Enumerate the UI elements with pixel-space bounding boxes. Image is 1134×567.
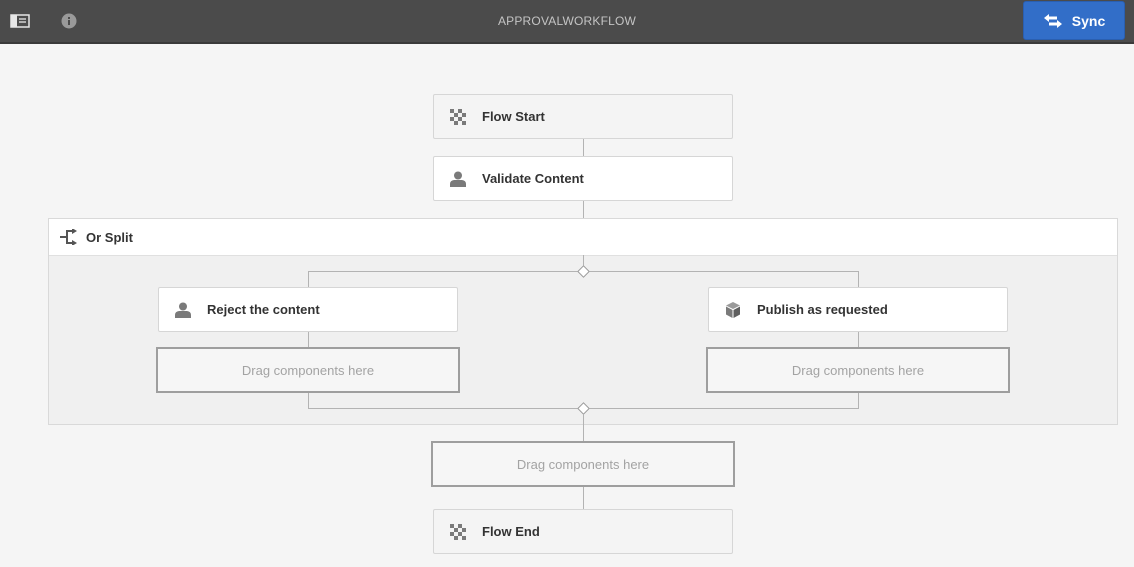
drop-zone-right-branch[interactable]: Drag components here — [706, 347, 1010, 393]
flow-end-node[interactable]: Flow End — [433, 509, 733, 554]
checkered-flag-icon — [449, 523, 467, 541]
flow-start-node[interactable]: Flow Start — [433, 94, 733, 139]
publish-step[interactable]: Publish as requested — [708, 287, 1008, 332]
node-label: Publish as requested — [757, 302, 888, 317]
sync-button[interactable]: Sync — [1023, 1, 1125, 40]
connector-line — [858, 271, 859, 288]
node-label: Validate Content — [482, 171, 584, 186]
user-icon — [174, 301, 192, 319]
page-title: APPROVALWORKFLOW — [497, 14, 637, 28]
split-icon — [60, 229, 78, 245]
connector-line — [583, 200, 584, 218]
node-label: Flow Start — [482, 109, 545, 124]
package-icon — [724, 301, 742, 319]
connector-line — [308, 393, 309, 408]
or-split-label: Or Split — [86, 229, 133, 245]
top-toolbar: APPROVALWORKFLOW Sync — [0, 0, 1134, 44]
reject-content-step[interactable]: Reject the content — [158, 287, 458, 332]
connector-line — [583, 138, 584, 156]
drop-zone-main[interactable]: Drag components here — [431, 441, 735, 487]
sync-label: Sync — [1071, 12, 1106, 29]
connector-line — [308, 331, 309, 348]
validate-content-step[interactable]: Validate Content — [433, 156, 733, 201]
connector-line — [858, 331, 859, 348]
node-label: Flow End — [482, 524, 540, 539]
connector-line — [308, 271, 309, 288]
connector-line — [583, 487, 584, 509]
checkered-flag-icon — [449, 108, 467, 126]
or-split-header[interactable]: Or Split — [49, 219, 1117, 256]
sync-arrows-icon — [1043, 13, 1063, 29]
connector-line — [858, 393, 859, 408]
drop-zone-left-branch[interactable]: Drag components here — [156, 347, 460, 393]
connector-line — [583, 413, 584, 425]
user-icon — [449, 170, 467, 188]
connector-line — [583, 424, 584, 442]
node-label: Reject the content — [207, 302, 320, 317]
